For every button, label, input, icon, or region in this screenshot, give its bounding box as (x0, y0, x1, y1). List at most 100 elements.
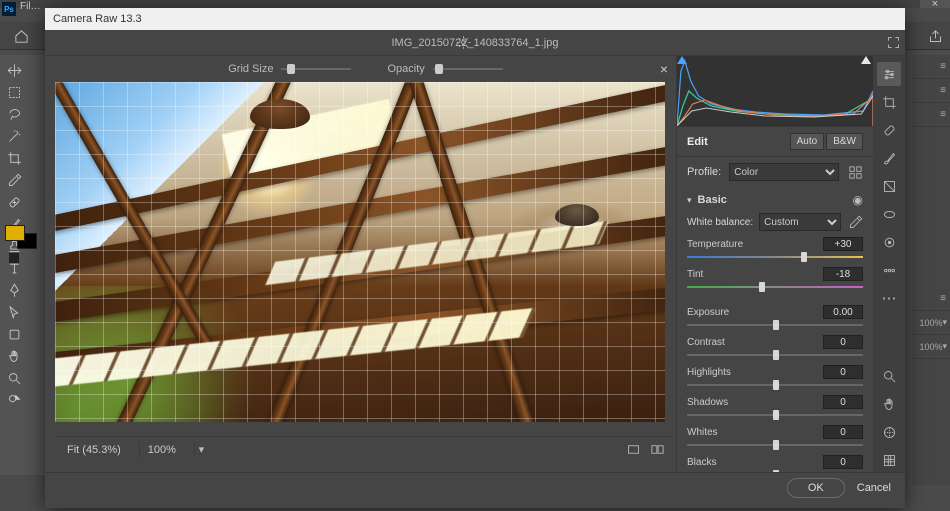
temperature-slider[interactable] (687, 253, 863, 261)
host-close-icon[interactable]: × (920, 0, 950, 8)
dialog-titlebar[interactable]: Camera Raw 13.3 (45, 8, 905, 30)
opacity-label: Opacity (387, 63, 424, 75)
share-icon[interactable] (925, 26, 945, 46)
tint-value[interactable]: -18 (823, 267, 863, 281)
tint-label: Tint (687, 269, 751, 280)
foreground-color-swatch[interactable] (5, 225, 25, 241)
close-overlay-icon[interactable]: × (660, 61, 668, 77)
redeye-icon[interactable] (877, 230, 901, 254)
bw-button[interactable]: B&W (826, 133, 863, 150)
white-balance-select[interactable]: Custom (759, 213, 841, 231)
whites-slider[interactable] (687, 441, 863, 449)
camera-raw-dialog: Camera Raw 13.3 IMG_20150722_140833764_1… (45, 8, 905, 508)
shape-tool-icon[interactable] (3, 324, 25, 344)
zoom-dropdown-icon[interactable]: ▾ (194, 443, 208, 457)
zoom-100-button[interactable]: 100% (139, 442, 184, 458)
menu-file[interactable]: Fil… (20, 1, 41, 12)
exposure-label: Exposure (687, 307, 751, 318)
profile-browser-icon[interactable] (847, 164, 863, 180)
lasso-tool-icon[interactable] (3, 104, 25, 124)
color-swatches[interactable] (5, 225, 37, 253)
white-balance-label: White balance: (687, 217, 753, 228)
profile-select[interactable]: Color (729, 163, 839, 181)
move-tool-icon[interactable] (3, 60, 25, 80)
ok-button[interactable]: OK (787, 478, 845, 498)
radial-icon[interactable] (877, 202, 901, 226)
marquee-tool-icon[interactable] (3, 82, 25, 102)
shadows-value[interactable]: 0 (823, 395, 863, 409)
preview-area: Grid Size Opacity × (45, 56, 676, 472)
home-icon[interactable] (10, 25, 32, 47)
layer-opacity[interactable]: 100% ▾ (912, 311, 950, 335)
image-canvas[interactable] (55, 82, 665, 422)
exposure-value[interactable]: 0.00 (823, 305, 863, 319)
gradient-icon[interactable] (877, 174, 901, 198)
dock-panel[interactable]: ≡ (912, 79, 950, 103)
contrast-slider[interactable] (687, 351, 863, 359)
edit-panel: Edit Auto B&W Profile: Color ▾ Basic ◉ W… (676, 56, 873, 472)
quickmask-icon[interactable] (9, 253, 19, 263)
temperature-label: Temperature (687, 239, 751, 250)
shadows-label: Shadows (687, 397, 751, 408)
dock-panel[interactable]: ≡ (912, 287, 950, 311)
more-icon[interactable]: ⋯ (877, 286, 901, 310)
zoom-tool-icon[interactable] (3, 368, 25, 388)
pendant-lamp (555, 204, 599, 230)
chevron-down-icon[interactable]: ▾ (687, 195, 692, 206)
pen-tool-icon[interactable] (3, 280, 25, 300)
zoom-bar: Fit (45.3%) 100% ▾ (55, 436, 670, 462)
highlights-value[interactable]: 0 (823, 365, 863, 379)
highlights-slider[interactable] (687, 381, 863, 389)
host-right-dock: ≡ ≡ ≡ ≡ 100% ▾ 100% ▾ (912, 55, 950, 485)
highlight-clip-icon[interactable] (861, 56, 873, 66)
visibility-eye-icon[interactable]: ◉ (853, 193, 863, 207)
acr-tool-strip: ⋯ (873, 56, 905, 472)
blacks-slider[interactable] (687, 471, 863, 472)
blacks-value[interactable]: 0 (823, 455, 863, 469)
tint-slider[interactable] (687, 283, 863, 291)
exposure-slider[interactable] (687, 321, 863, 329)
presets-icon[interactable] (877, 258, 901, 282)
eyedropper-tool-icon[interactable] (3, 170, 25, 190)
crop-tool-icon[interactable] (3, 148, 25, 168)
shadows-slider[interactable] (687, 411, 863, 419)
wb-eyedropper-icon[interactable] (847, 214, 863, 230)
temperature-value[interactable]: +30 (823, 237, 863, 251)
dock-panel[interactable]: ≡ (912, 55, 950, 79)
pendant-lamp (250, 99, 310, 139)
profile-label: Profile: (687, 166, 721, 178)
compare-view-icon[interactable] (648, 441, 666, 459)
dialog-header: IMG_20150722_140833764_1.jpg (45, 30, 905, 56)
basic-section: ▾ Basic ◉ White balance: Custom Temperat… (677, 187, 873, 472)
sampler-icon[interactable] (877, 420, 901, 444)
contrast-label: Contrast (687, 337, 751, 348)
grid-size-slider[interactable] (281, 68, 351, 70)
cancel-button[interactable]: Cancel (857, 482, 891, 494)
grid-controls-row: Grid Size Opacity × (55, 56, 676, 82)
whites-value[interactable]: 0 (823, 425, 863, 439)
hand-tool-icon[interactable] (3, 346, 25, 366)
contrast-value[interactable]: 0 (823, 335, 863, 349)
heal-icon[interactable] (877, 118, 901, 142)
host-tools-panel (0, 55, 50, 475)
heal-tool-icon[interactable] (3, 192, 25, 212)
zoom-icon[interactable] (877, 364, 901, 388)
edit-sliders-icon[interactable] (877, 62, 901, 86)
mask-brush-icon[interactable] (877, 146, 901, 170)
profile-row: Profile: Color (677, 157, 873, 187)
path-select-tool-icon[interactable] (3, 302, 25, 322)
dodge-tool-icon[interactable] (3, 390, 25, 410)
grid-icon[interactable] (877, 448, 901, 472)
host-menubar (0, 0, 950, 8)
layer-fill[interactable]: 100% ▾ (912, 335, 950, 359)
auto-button[interactable]: Auto (790, 133, 825, 150)
zoom-fit-button[interactable]: Fit (45.3%) (59, 442, 129, 458)
dock-panel[interactable]: ≡ (912, 103, 950, 127)
hand-icon[interactable] (877, 392, 901, 416)
opacity-slider[interactable] (433, 68, 503, 70)
shadow-clip-icon[interactable] (677, 56, 689, 66)
strip-view-icon[interactable] (624, 441, 642, 459)
wand-tool-icon[interactable] (3, 126, 25, 146)
crop-icon[interactable] (877, 90, 901, 114)
histogram[interactable] (677, 56, 873, 126)
